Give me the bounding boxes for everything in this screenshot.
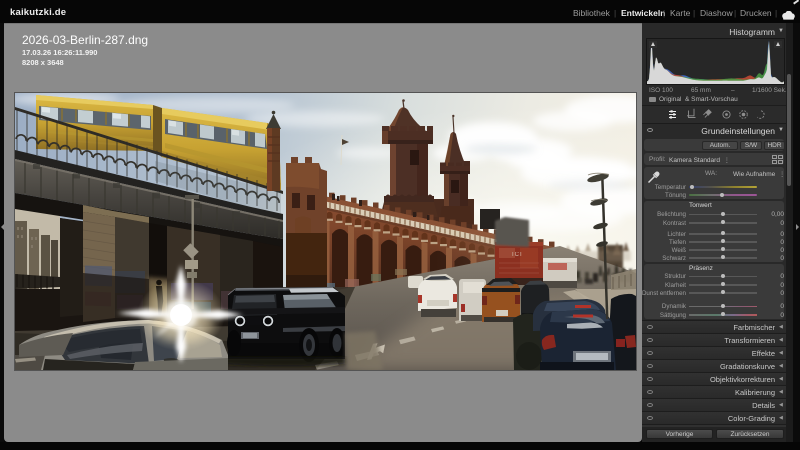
svg-text:TCT: TCT — [511, 252, 523, 258]
